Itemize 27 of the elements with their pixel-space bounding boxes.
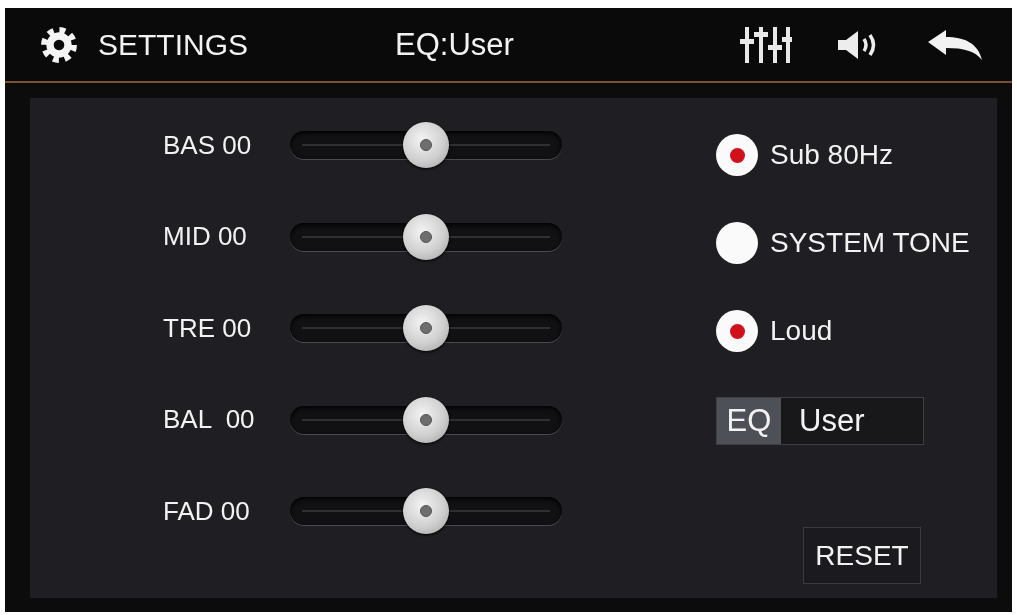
eq-preset-selector[interactable]: EQ User — [716, 397, 924, 445]
eq-tag: EQ — [717, 398, 781, 444]
option-label: Loud — [770, 315, 833, 347]
slider-thumb[interactable] — [403, 488, 449, 534]
equalizer-sliders-icon — [740, 26, 792, 63]
radio-button[interactable] — [716, 310, 758, 352]
settings-title: SETTINGS — [98, 26, 248, 63]
eq-preset-value: User — [798, 402, 865, 440]
slider-thumb[interactable] — [403, 213, 449, 260]
radio-button[interactable] — [716, 222, 758, 264]
option-label: Sub 80Hz — [770, 139, 893, 171]
slider-thumb[interactable] — [403, 305, 449, 351]
back-button[interactable] — [928, 29, 982, 60]
slider-label: FAD 00 — [163, 495, 251, 527]
slider-thumb[interactable] — [403, 122, 449, 168]
back-arrow-icon — [928, 29, 982, 60]
option-label: SYSTEM TONE — [770, 227, 970, 259]
slider-label: MID 00 — [163, 221, 248, 252]
radio-button[interactable] — [716, 134, 758, 176]
slider-label: BAS 00 — [163, 129, 253, 161]
eq-mode-title: EQ:User — [395, 26, 514, 63]
equalizer-button[interactable] — [740, 26, 792, 63]
slider-label: TRE 00 — [163, 312, 253, 344]
slider-thumb[interactable] — [403, 396, 449, 443]
settings-icon — [40, 25, 78, 64]
reset-button[interactable]: RESET — [803, 527, 921, 584]
slider-label: BAL 00 — [163, 404, 256, 435]
